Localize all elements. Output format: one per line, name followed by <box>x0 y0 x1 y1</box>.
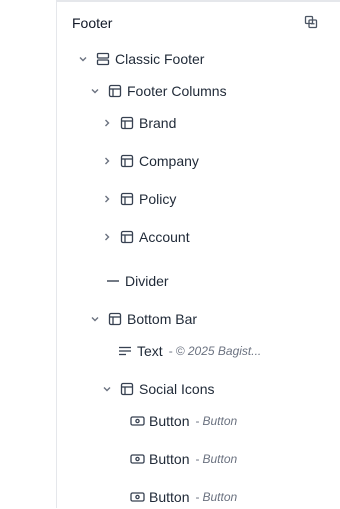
chevron-right-icon[interactable] <box>101 155 113 167</box>
tree-item-company[interactable]: Company <box>57 149 340 173</box>
tree-item-label: Classic Footer <box>115 51 205 67</box>
divider-icon <box>105 273 121 289</box>
chevron-down-icon[interactable] <box>101 383 113 395</box>
tree-item-subtitle: - Button <box>195 452 238 466</box>
tree-item-label: Button <box>149 413 190 429</box>
footer-tree-panel: Footer Classic Footer Footer Columns Bra… <box>57 0 340 508</box>
tree-item-label: Divider <box>125 273 169 289</box>
layout-icon <box>107 83 123 99</box>
tree-item-social-icons[interactable]: Social Icons <box>57 377 340 401</box>
tree-item-divider[interactable]: Divider <box>57 269 340 293</box>
tree-item-brand[interactable]: Brand <box>57 111 340 135</box>
tree-item-footer-columns[interactable]: Footer Columns <box>57 79 340 103</box>
tree-item-label: Social Icons <box>139 381 215 397</box>
tree-item-label: Company <box>139 153 199 169</box>
chevron-right-icon[interactable] <box>101 193 113 205</box>
copy-button[interactable] <box>302 13 320 31</box>
tree-item-button[interactable]: Button - Button <box>57 409 340 433</box>
chevron-right-icon[interactable] <box>101 231 113 243</box>
tree-item-subtitle: - Button <box>195 414 238 428</box>
layout-icon <box>119 153 135 169</box>
tree-item-subtitle-text: © 2025 Bagist... <box>175 344 262 358</box>
chevron-right-icon[interactable] <box>101 117 113 129</box>
tree-item-bottom-bar[interactable]: Bottom Bar <box>57 307 340 331</box>
layout-icon <box>119 229 135 245</box>
layout-icon <box>119 115 135 131</box>
tree-item-button[interactable]: Button - Button <box>57 447 340 471</box>
copy-icon <box>304 15 318 29</box>
layout-icon <box>119 191 135 207</box>
button-icon <box>129 489 145 505</box>
layout-icon <box>107 311 123 327</box>
layout-icon <box>119 381 135 397</box>
section-icon <box>95 51 111 67</box>
tree-item-account[interactable]: Account <box>57 225 340 249</box>
tree-item-subtitle-text: Button <box>202 452 238 466</box>
chevron-down-icon[interactable] <box>89 313 101 325</box>
chevron-down-icon[interactable] <box>77 53 89 65</box>
tree-item-label: Button <box>149 489 190 505</box>
tree-item-subtitle-text: Button <box>202 414 238 428</box>
tree-item-label: Brand <box>139 115 177 131</box>
button-icon <box>129 451 145 467</box>
tree-item-label: Text <box>137 343 163 359</box>
tree-item-label: Policy <box>139 191 177 207</box>
tree-item-classic-footer[interactable]: Classic Footer <box>57 47 340 71</box>
left-gutter <box>0 0 57 508</box>
tree-item-policy[interactable]: Policy <box>57 187 340 211</box>
tree-item-button[interactable]: Button - Button <box>57 485 340 509</box>
text-icon <box>117 343 133 359</box>
tree-item-text[interactable]: Text - © 2025 Bagist... <box>57 339 340 363</box>
tree-item-label: Bottom Bar <box>127 311 198 327</box>
panel-title: Footer <box>72 15 113 31</box>
tree-item-subtitle: - Button <box>195 490 238 504</box>
chevron-down-icon[interactable] <box>89 85 101 97</box>
tree-item-label: Button <box>149 451 190 467</box>
tree-item-label: Footer Columns <box>127 83 227 99</box>
button-icon <box>129 413 145 429</box>
tree-item-subtitle: - © 2025 Bagist... <box>168 344 262 358</box>
tree-item-subtitle-text: Button <box>202 490 238 504</box>
tree-item-label: Account <box>139 229 190 245</box>
